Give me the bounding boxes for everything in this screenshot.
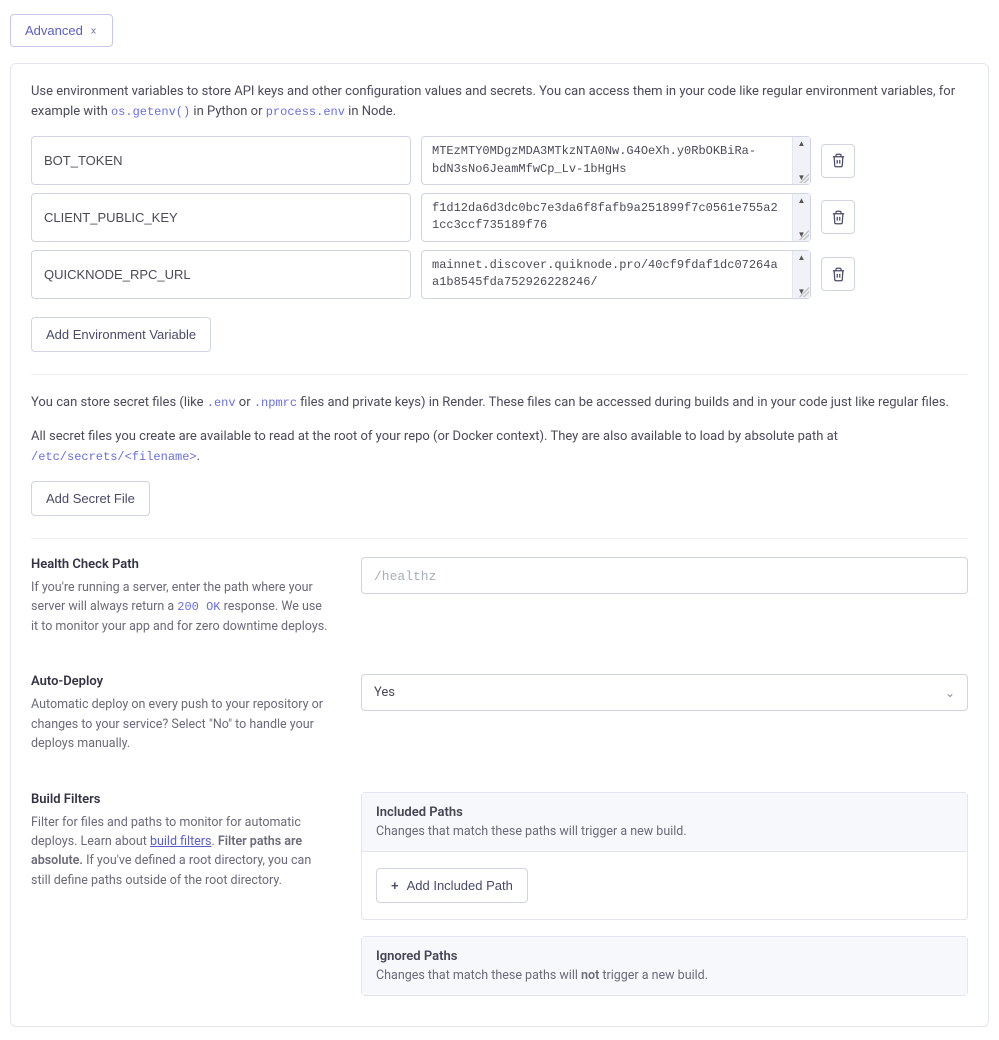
env-key-input[interactable] <box>31 193 411 242</box>
included-paths-desc: Changes that match these paths will trig… <box>376 824 953 839</box>
auto-deploy-title: Auto-Deploy <box>31 674 331 689</box>
env-intro: Use environment variables to store API k… <box>31 82 968 122</box>
auto-deploy-label: Auto-Deploy Automatic deploy on every pu… <box>31 674 331 753</box>
add-secret-file-button[interactable]: Add Secret File <box>31 481 150 516</box>
trash-icon <box>831 210 846 225</box>
dotenv-code: .env <box>207 396 236 410</box>
collapse-icon: ⌄⌄ <box>89 26 98 36</box>
add-env-button[interactable]: Add Environment Variable <box>31 317 211 352</box>
build-filters-link[interactable]: build filters <box>150 834 212 849</box>
auto-deploy-select[interactable]: Yes ⌄ <box>361 674 968 711</box>
health-check-title: Health Check Path <box>31 557 331 572</box>
textarea-stepper[interactable]: ▲▼ <box>792 194 810 241</box>
build-filters-title: Build Filters <box>31 792 331 807</box>
health-check-input[interactable] <box>361 557 968 594</box>
ignored-paths-header: Ignored Paths Changes that match these p… <box>362 937 967 995</box>
npmrc-code: .npmrc <box>254 396 297 410</box>
trash-icon <box>831 267 846 282</box>
auto-deploy-value: Yes <box>374 685 395 700</box>
chevron-down-icon: ⌄ <box>945 686 955 700</box>
included-paths-header: Included Paths Changes that match these … <box>362 793 967 852</box>
build-filters-label: Build Filters Filter for files and paths… <box>31 792 331 996</box>
advanced-toggle[interactable]: Advanced ⌄⌄ <box>10 14 113 47</box>
node-processenv-code: process.env <box>266 105 345 119</box>
advanced-card: Use environment variables to store API k… <box>10 63 989 1027</box>
ignored-paths-desc: Changes that match these paths will not … <box>376 968 953 983</box>
env-row: MTEzMTY0MDgzMDA3MTkzNTA0Nw.G4OeXh.y0RbOK… <box>31 136 968 185</box>
trash-icon <box>831 153 846 168</box>
ignored-paths-title: Ignored Paths <box>376 949 953 964</box>
health-check-row: Health Check Path If you're running a se… <box>31 557 968 636</box>
env-key-input[interactable] <box>31 250 411 299</box>
env-value-input[interactable]: f1d12da6d3dc0bc7e3da6f8fafb9a251899f7c05… <box>422 194 792 241</box>
env-value-wrap: f1d12da6d3dc0bc7e3da6f8fafb9a251899f7c05… <box>421 193 811 242</box>
env-value-wrap: MTEzMTY0MDgzMDA3MTkzNTA0Nw.G4OeXh.y0RbOK… <box>421 136 811 185</box>
http-200-code: 200 OK <box>177 600 220 614</box>
plus-icon: + <box>391 878 399 893</box>
env-value-input[interactable]: MTEzMTY0MDgzMDA3MTkzNTA0Nw.G4OeXh.y0RbOK… <box>422 137 792 184</box>
delete-env-button[interactable] <box>821 200 855 234</box>
env-row: mainnet.discover.quiknode.pro/40cf9fdaf1… <box>31 250 968 299</box>
env-key-input[interactable] <box>31 136 411 185</box>
secrets-path-code: /etc/secrets/<filename> <box>31 450 197 464</box>
auto-deploy-row: Auto-Deploy Automatic deploy on every pu… <box>31 674 968 753</box>
health-check-label: Health Check Path If you're running a se… <box>31 557 331 636</box>
divider <box>31 374 968 375</box>
python-getenv-code: os.getenv() <box>111 105 190 119</box>
included-paths-title: Included Paths <box>376 805 953 820</box>
ignored-paths-panel: Ignored Paths Changes that match these p… <box>361 936 968 996</box>
secrets-line1: You can store secret files (like .env or… <box>31 393 968 413</box>
divider <box>31 538 968 539</box>
delete-env-button[interactable] <box>821 144 855 178</box>
textarea-stepper[interactable]: ▲▼ <box>792 251 810 298</box>
env-rows: MTEzMTY0MDgzMDA3MTkzNTA0Nw.G4OeXh.y0RbOK… <box>31 136 968 298</box>
advanced-label: Advanced <box>25 23 83 38</box>
build-filters-row: Build Filters Filter for files and paths… <box>31 792 968 996</box>
textarea-stepper[interactable]: ▲▼ <box>792 137 810 184</box>
secrets-line2: All secret files you create are availabl… <box>31 427 968 467</box>
included-paths-panel: Included Paths Changes that match these … <box>361 792 968 920</box>
delete-env-button[interactable] <box>821 257 855 291</box>
env-value-input[interactable]: mainnet.discover.quiknode.pro/40cf9fdaf1… <box>422 251 792 298</box>
env-row: f1d12da6d3dc0bc7e3da6f8fafb9a251899f7c05… <box>31 193 968 242</box>
add-included-path-button[interactable]: + Add Included Path <box>376 868 528 903</box>
env-value-wrap: mainnet.discover.quiknode.pro/40cf9fdaf1… <box>421 250 811 299</box>
